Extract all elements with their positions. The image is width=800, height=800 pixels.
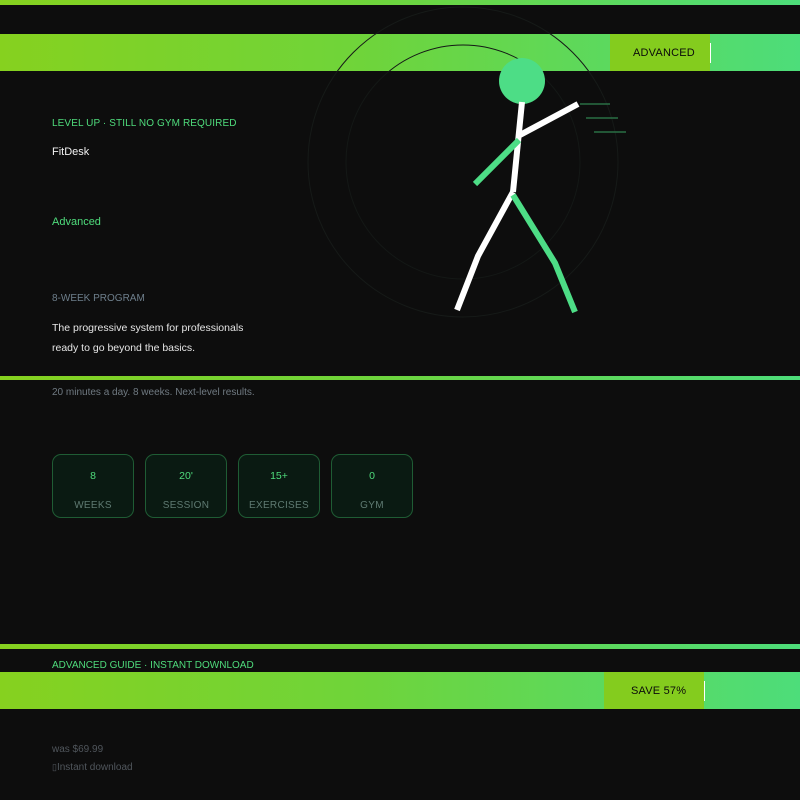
figure-leg-front	[510, 193, 578, 314]
tagline: 20 minutes a day. 8 weeks. Next-level re…	[52, 387, 255, 398]
figure-arm-front	[518, 101, 580, 138]
section-divider	[0, 376, 800, 380]
stat-card-gym: 0 GYM	[331, 454, 413, 518]
badge-divider	[710, 43, 711, 63]
save-badge-label: SAVE 57%	[631, 684, 687, 697]
figure-torso	[510, 101, 525, 193]
was-price: was $69.99	[52, 744, 104, 755]
stat-card-exercises: 15+ EXERCISES	[238, 454, 320, 518]
level-badge-label: ADVANCED	[633, 46, 695, 59]
stat-card-session: 20' SESSION	[145, 454, 227, 518]
stat-label: GYM	[360, 500, 384, 511]
decor-ring-inner	[345, 44, 581, 280]
description-line: The progressive system for professionals	[52, 322, 244, 334]
instant-download-label: Instant download	[56, 762, 133, 773]
stat-label: SESSION	[162, 500, 210, 511]
stat-value: 0	[369, 470, 375, 482]
top-accent-line	[0, 0, 800, 5]
stat-card-weeks: 8 WEEKS	[52, 454, 134, 518]
top-banner: ADVANCED	[0, 34, 800, 71]
instant-download-note: ▯Instant download	[52, 762, 133, 773]
footer-divider	[0, 644, 800, 649]
brand-name: FitDesk	[52, 146, 90, 158]
program-label: 8-WEEK PROGRAM	[52, 293, 145, 304]
stat-value: 15+	[270, 470, 288, 482]
stat-label: WEEKS	[74, 500, 112, 511]
offer-banner: SAVE 57%	[0, 672, 800, 709]
promo-page: ADVANCED LEVEL UP · STILL NO GYM REQUIRE…	[0, 0, 800, 800]
level-badge: ADVANCED	[610, 34, 710, 71]
figure-arm-back	[472, 137, 522, 187]
description-line: ready to go beyond the basics.	[52, 342, 196, 354]
level-title: Advanced	[52, 216, 101, 228]
stat-value: 8	[90, 470, 96, 482]
badge-divider	[704, 681, 705, 701]
save-badge: SAVE 57%	[604, 672, 704, 709]
stat-value: 20'	[179, 470, 193, 482]
guide-label: ADVANCED GUIDE · INSTANT DOWNLOAD	[52, 660, 254, 671]
figure-leg-back	[454, 190, 516, 312]
stat-label: EXERCISES	[249, 500, 309, 511]
hero-eyebrow: LEVEL UP · STILL NO GYM REQUIRED	[52, 118, 237, 129]
